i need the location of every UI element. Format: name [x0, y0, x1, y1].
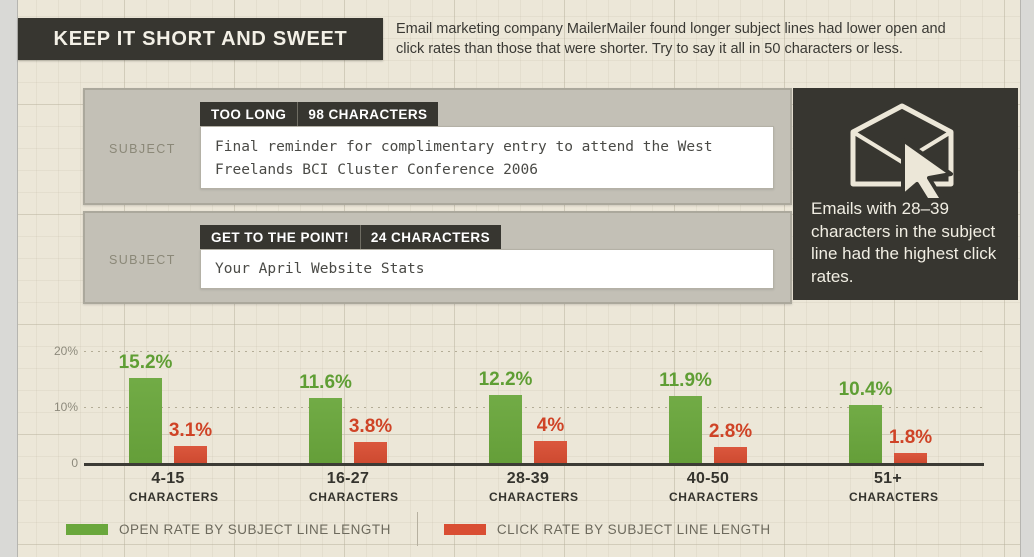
bar-value-label: 10.4% [838, 378, 893, 400]
category-unit: CHARACTERS [849, 490, 939, 504]
open-envelope-with-cursor-icon [845, 102, 967, 207]
bar-click-rate: 2.8% [709, 421, 752, 463]
bar-open-rate: 15.2% [119, 352, 172, 463]
subject-line-input[interactable]: Final reminder for complimentary entry t… [200, 126, 774, 189]
category-unit: CHARACTERS [489, 490, 579, 504]
category-range: 4-15 [151, 470, 185, 487]
x-axis-category-label: 40-50 CHARACTERS [669, 470, 759, 504]
bar-value-label: 11.9% [659, 370, 712, 392]
page-title: KEEP IT SHORT AND SWEET [53, 27, 348, 50]
tag-row: TOO LONG 98 CHARACTERS [200, 102, 439, 126]
bar-value-label: 3.8% [348, 415, 393, 437]
bar-value-label: 3.1% [168, 419, 213, 441]
legend-divider [416, 512, 418, 546]
right-margin-strip [1020, 0, 1034, 557]
chart-category-group: 10.4% 1.8% 51+ CHARACTERS [839, 318, 938, 504]
bar-value-label: 15.2% [118, 351, 173, 373]
category-range: 51+ [873, 470, 903, 487]
subject-field-label: SUBJECT [109, 142, 176, 156]
tag-verdict: GET TO THE POINT! [200, 225, 360, 249]
tag-character-count: 24 CHARACTERS [359, 225, 502, 249]
x-axis-category-label: 51+ CHARACTERS [849, 470, 939, 504]
bar-open-rate: 10.4% [839, 379, 892, 463]
bar-click-rate: 4% [534, 415, 567, 463]
subject-field-label: SUBJECT [109, 253, 176, 267]
subject-panel-too-long: SUBJECT TOO LONG 98 CHARACTERS Final rem… [83, 88, 792, 205]
callout-text: Emails with 28–39 characters in the subj… [811, 199, 997, 286]
legend-label-open: OPEN RATE BY SUBJECT LINE LENGTH [119, 521, 391, 537]
bar-open-rate: 12.2% [479, 369, 532, 463]
category-range: 16-27 [326, 470, 370, 487]
infographic-canvas: KEEP IT SHORT AND SWEET Email marketing … [0, 0, 1034, 557]
bar-value-label: 1.8% [888, 426, 933, 448]
x-axis-category-label: 28-39 CHARACTERS [489, 470, 579, 504]
category-range: 40-50 [686, 470, 730, 487]
legend-swatch-open [66, 523, 108, 535]
bar-click-rate: 1.8% [889, 427, 932, 463]
bar-click-rate: 3.1% [169, 420, 212, 463]
x-axis-category-label: 16-27 CHARACTERS [309, 470, 399, 504]
y-axis-tick-label: 20% [53, 344, 78, 358]
left-margin-strip [0, 0, 18, 557]
y-axis-tick-label: 0 [71, 456, 78, 470]
bar-open-rate: 11.9% [659, 370, 712, 463]
bar-value-label: 11.6% [299, 372, 352, 394]
bar-click-rate: 3.8% [349, 416, 392, 463]
category-unit: CHARACTERS [129, 490, 219, 504]
section-title-badge: KEEP IT SHORT AND SWEET [18, 18, 383, 60]
legend-swatch-click [443, 523, 486, 535]
legend-label-click: CLICK RATE BY SUBJECT LINE LENGTH [496, 521, 771, 537]
legend-item-click-rate: CLICK RATE BY SUBJECT LINE LENGTH [443, 521, 771, 537]
bar-value-label: 12.2% [478, 368, 533, 390]
legend-item-open-rate: OPEN RATE BY SUBJECT LINE LENGTH [66, 522, 391, 537]
bar-value-label: 4% [536, 414, 565, 436]
category-range: 28-39 [506, 470, 550, 487]
highlight-callout: Emails with 28–39 characters in the subj… [793, 88, 1018, 300]
chart-legend: OPEN RATE BY SUBJECT LINE LENGTH CLICK R… [18, 512, 1020, 546]
chart-category-group: 11.6% 3.8% 16-27 CHARACTERS [299, 318, 398, 504]
bar-open-rate: 11.6% [299, 372, 352, 463]
x-axis-category-label: 4-15 CHARACTERS [129, 470, 219, 504]
bar-chart: 0 10% 20% 15.2% 3.1% 4-15 CHARACTERS 11.6% 3.8% 1… [18, 318, 1020, 508]
tag-verdict: TOO LONG [200, 102, 298, 126]
chart-category-group: 11.9% 2.8% 40-50 CHARACTERS [659, 318, 758, 504]
chart-category-group: 15.2% 3.1% 4-15 CHARACTERS [119, 318, 218, 504]
bar-value-label: 2.8% [708, 421, 753, 443]
section-description: Email marketing company MailerMailer fou… [396, 21, 946, 57]
subject-line-input[interactable]: Your April Website Stats [200, 249, 774, 289]
category-unit: CHARACTERS [309, 490, 399, 504]
category-unit: CHARACTERS [669, 490, 759, 504]
y-axis-tick-label: 10% [53, 400, 78, 414]
subject-panel-short: SUBJECT GET TO THE POINT! 24 CHARACTERS … [83, 211, 792, 304]
x-axis-line [84, 463, 984, 466]
tag-row: GET TO THE POINT! 24 CHARACTERS [200, 225, 502, 249]
tag-character-count: 98 CHARACTERS [297, 102, 439, 126]
chart-category-group: 12.2% 4% 28-39 CHARACTERS [479, 318, 578, 504]
